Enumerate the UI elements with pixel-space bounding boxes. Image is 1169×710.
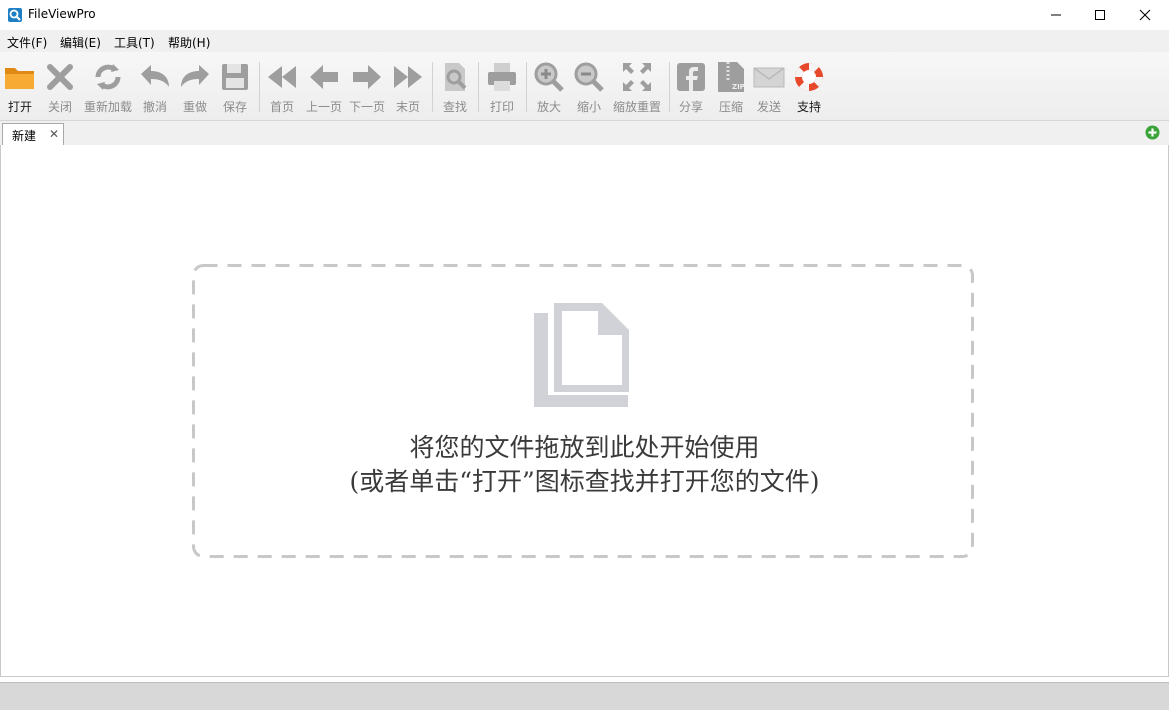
print-button[interactable]: 打印 bbox=[484, 58, 520, 116]
redo-icon bbox=[181, 65, 209, 87]
support-button[interactable]: 支持 bbox=[791, 58, 827, 116]
drop-instruction: 将您的文件拖放到此处开始使用 bbox=[409, 433, 760, 462]
folder-icon bbox=[5, 68, 34, 89]
toolbar-separator bbox=[259, 62, 260, 112]
undo-button[interactable]: 撤消 bbox=[137, 58, 173, 116]
envelope-icon bbox=[753, 67, 785, 88]
close-window-button[interactable] bbox=[1122, 0, 1168, 30]
zoom-in-icon bbox=[534, 62, 564, 92]
send-button[interactable]: 发送 bbox=[751, 58, 787, 116]
svg-text:ZIP: ZIP bbox=[732, 83, 745, 91]
zoom-reset-button[interactable]: 缩放重置 bbox=[611, 58, 663, 116]
first-page-button[interactable]: 首页 bbox=[264, 58, 300, 116]
previous-page-button[interactable]: 上一页 bbox=[303, 58, 345, 116]
maximize-icon bbox=[1095, 10, 1105, 20]
find-document-icon bbox=[445, 63, 467, 91]
close-file-button[interactable]: 关闭 bbox=[42, 58, 78, 116]
add-tab-icon[interactable] bbox=[1145, 125, 1160, 140]
facebook-icon bbox=[677, 63, 705, 91]
zoom-out-button[interactable]: 缩小 bbox=[571, 58, 607, 116]
undo-icon bbox=[141, 65, 169, 87]
menu-tools[interactable]: 工具(T) bbox=[114, 34, 155, 51]
menu-file[interactable]: 文件(F) bbox=[7, 34, 47, 51]
toolbar-separator bbox=[478, 62, 479, 112]
reload-icon bbox=[95, 64, 121, 90]
zip-file-icon: ZIP bbox=[718, 62, 745, 92]
last-page-button[interactable]: 末页 bbox=[390, 58, 426, 116]
tab-strip: 新建 ✕ bbox=[0, 121, 1169, 146]
fileviewpro-logo-icon bbox=[8, 8, 22, 22]
close-icon bbox=[1139, 9, 1151, 21]
menu-edit[interactable]: 编辑(E) bbox=[60, 34, 101, 51]
save-button[interactable]: 保存 bbox=[217, 58, 253, 116]
share-button[interactable]: 分享 bbox=[673, 58, 709, 116]
lifebuoy-icon bbox=[795, 63, 823, 91]
window-title: FileViewPro bbox=[28, 7, 96, 21]
toolbar-separator bbox=[669, 62, 670, 112]
maximize-button[interactable] bbox=[1077, 0, 1123, 30]
floppy-disk-icon bbox=[222, 64, 248, 90]
first-page-icon bbox=[268, 66, 296, 88]
printer-icon bbox=[488, 63, 516, 91]
minimize-button[interactable] bbox=[1033, 0, 1079, 30]
arrow-right-icon bbox=[353, 65, 381, 89]
toolbar-separator bbox=[432, 62, 433, 112]
documents-icon bbox=[534, 303, 629, 407]
drop-instruction-secondary: (或者单击“打开”图标查找并打开您的文件) bbox=[349, 467, 820, 496]
status-bar bbox=[0, 682, 1169, 710]
title-bar: FileViewPro bbox=[0, 0, 1169, 30]
open-button[interactable]: 打开 bbox=[2, 58, 38, 116]
last-page-icon bbox=[394, 66, 422, 88]
minimize-icon bbox=[1051, 14, 1061, 16]
menu-help[interactable]: 帮助(H) bbox=[168, 34, 210, 51]
reload-button[interactable]: 重新加载 bbox=[82, 58, 134, 116]
tab-label: 新建 bbox=[12, 129, 37, 143]
menu-bar: 文件(F) 编辑(E) 工具(T) 帮助(H) bbox=[0, 30, 1169, 52]
next-page-button[interactable]: 下一页 bbox=[346, 58, 388, 116]
zoom-in-button[interactable]: 放大 bbox=[531, 58, 567, 116]
find-button[interactable]: 查找 bbox=[437, 58, 473, 116]
close-x-icon bbox=[47, 64, 73, 90]
arrow-left-icon bbox=[310, 65, 338, 89]
toolbar-separator bbox=[526, 62, 527, 112]
compress-button[interactable]: ZIP 压缩 bbox=[713, 58, 749, 116]
toolbar: 打开 关闭 重新加载 撤消 重做 保存 首页 上一页 下一页 末页 查找 打印 … bbox=[0, 52, 1169, 121]
tab-close-icon[interactable]: ✕ bbox=[49, 127, 59, 141]
zoom-out-icon bbox=[574, 62, 604, 92]
tab-new[interactable]: 新建 ✕ bbox=[2, 123, 64, 145]
expand-arrows-icon bbox=[623, 63, 651, 91]
redo-button[interactable]: 重做 bbox=[177, 58, 213, 116]
